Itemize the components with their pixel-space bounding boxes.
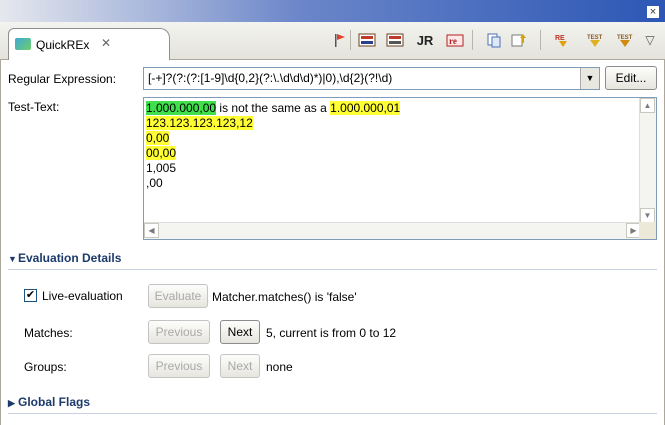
scroll-corner: [639, 222, 656, 239]
tab-label: QuickREx: [36, 38, 90, 52]
live-evaluation-label: Live-evaluation: [42, 289, 123, 303]
tab-quickrex[interactable]: QuickREx ✕: [8, 28, 170, 60]
global-flags-toggle[interactable]: ▶ Global Flags: [8, 395, 90, 409]
groups-next-button[interactable]: Next: [220, 354, 260, 378]
tab-close-icon[interactable]: ✕: [101, 36, 111, 50]
matches-previous-button[interactable]: Previous: [148, 320, 210, 344]
match-highlight: 00,00: [146, 146, 177, 160]
regex-icon[interactable]: RE: [552, 28, 574, 52]
groups-label: Groups:: [24, 360, 67, 374]
test-icon[interactable]: TEST: [584, 28, 606, 52]
text-line: ,00: [146, 176, 163, 190]
toolbar-separator: [350, 30, 351, 50]
matches-info: 5, current is from 0 to 12: [266, 326, 397, 340]
match-highlight: 123.123.123.123,12: [146, 116, 253, 130]
groups-info: none: [266, 360, 293, 374]
jr-icon[interactable]: JR: [412, 28, 438, 52]
section-title: Evaluation Details: [18, 251, 122, 265]
re-icon[interactable]: re: [444, 28, 466, 52]
matches-next-button[interactable]: Next: [220, 320, 260, 344]
test-text-label: Test-Text:: [8, 100, 60, 114]
groups-previous-button[interactable]: Previous: [148, 354, 210, 378]
flag-icon[interactable]: [330, 28, 348, 52]
vertical-scrollbar[interactable]: ▲ ▼: [639, 98, 656, 223]
regex-lib2-icon[interactable]: [384, 28, 406, 52]
svg-text:RE: RE: [555, 35, 565, 42]
regex-label: Regular Expression:: [8, 72, 117, 86]
window-title-bar: ×: [0, 0, 665, 22]
section-title: Global Flags: [18, 395, 91, 409]
test-text-area[interactable]: 1.000.000,00 is not the same as a 1.000.…: [143, 97, 657, 240]
text-line: 123.123.123.123,12: [146, 116, 253, 130]
scroll-down-icon[interactable]: ▼: [640, 208, 655, 223]
text-line: 1.000.000,00 is not the same as a 1.000.…: [146, 101, 401, 115]
regex-lib-icon[interactable]: [356, 28, 378, 52]
view-menu-icon[interactable]: ▽: [640, 28, 660, 52]
evaluate-button[interactable]: Evaluate: [148, 284, 208, 308]
test2-icon[interactable]: TEST: [614, 28, 636, 52]
match-current: 1.000.000,00: [146, 101, 217, 115]
text-line: 0,00: [146, 131, 170, 145]
copy-icon[interactable]: [484, 28, 504, 52]
scroll-up-icon[interactable]: ▲: [640, 98, 655, 113]
matches-label: Matches:: [24, 326, 73, 340]
live-evaluation-checkbox[interactable]: ✔: [24, 289, 37, 302]
text-line: 00,00: [146, 146, 177, 160]
regex-value: [-+]?(?:(?:[1-9]\d{0,2}(?:\.\d\d\d)*)|0)…: [148, 71, 393, 85]
window-close-button[interactable]: ×: [647, 6, 659, 18]
match-highlight: 0,00: [146, 131, 170, 145]
regex-dropdown-button[interactable]: ▼: [580, 68, 599, 89]
section-divider: [8, 269, 657, 270]
horizontal-scrollbar[interactable]: ◀ ▶: [144, 222, 641, 239]
matcher-status: Matcher.matches() is 'false': [212, 290, 357, 304]
chevron-down-icon: ▼: [8, 254, 17, 264]
svg-text:re: re: [449, 36, 457, 46]
chevron-right-icon: ▶: [8, 398, 15, 408]
quickrex-icon: [15, 38, 31, 50]
text-line: 1,005: [146, 161, 177, 175]
evaluation-details-toggle[interactable]: ▼Evaluation Details: [8, 251, 121, 265]
edit-button[interactable]: Edit...: [605, 66, 657, 90]
section-divider: [8, 413, 657, 414]
export-icon[interactable]: [508, 28, 530, 52]
match-highlight: 1.000.000,01: [330, 101, 401, 115]
text-segment: is not the same as a: [216, 101, 331, 115]
toolbar-separator: [540, 30, 541, 50]
toolbar-separator: [472, 30, 473, 50]
scroll-left-icon[interactable]: ◀: [144, 223, 159, 238]
regex-input[interactable]: [-+]?(?:(?:[1-9]\d{0,2}(?:\.\d\d\d)*)|0)…: [143, 67, 600, 90]
